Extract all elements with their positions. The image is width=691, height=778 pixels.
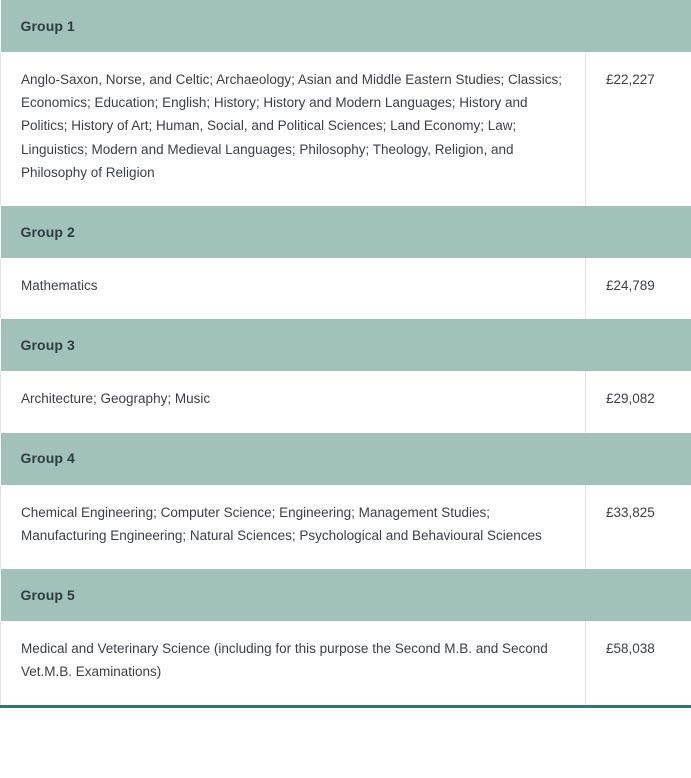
fee-cell: £29,082 — [585, 371, 691, 433]
table-row: Architecture; Geography; Music £29,082 — [0, 371, 691, 433]
table-row: Anglo-Saxon, Norse, and Celtic; Archaeol… — [0, 52, 691, 207]
fee-amount: £29,082 — [606, 391, 655, 407]
fee-cell: £22,227 — [585, 52, 691, 207]
group-header-band: Group 4 — [1, 433, 691, 485]
subjects-cell: Chemical Engineering; Computer Science; … — [0, 484, 586, 569]
group-header-label: Group 4 — [20, 450, 75, 467]
table-row: Medical and Veterinary Science (includin… — [0, 620, 691, 707]
subjects-text: Architecture; Geography; Music — [21, 391, 211, 407]
group-header-label: Group 3 — [20, 336, 75, 353]
group-header-row: Group 3 — [0, 319, 691, 372]
group-header-label: Group 5 — [20, 586, 75, 603]
group-header-row: Group 4 — [0, 432, 691, 485]
group-header-band: Group 3 — [1, 319, 691, 371]
fee-amount: £24,789 — [606, 278, 655, 294]
group-header-row: Group 5 — [0, 568, 691, 621]
group-header-label: Group 2 — [20, 223, 75, 240]
fee-cell: £33,825 — [585, 484, 691, 569]
subjects-cell: Medical and Veterinary Science (includin… — [0, 620, 586, 707]
group-header-band: Group 2 — [1, 206, 691, 258]
subjects-text: Mathematics — [21, 278, 98, 294]
group-header-cell: Group 5 — [0, 568, 691, 621]
fee-amount: £33,825 — [606, 504, 655, 520]
group-header-band: Group 5 — [1, 569, 691, 621]
group-header-cell: Group 4 — [0, 432, 691, 485]
table-row: Mathematics £24,789 — [0, 258, 691, 320]
group-header-cell: Group 2 — [0, 206, 691, 259]
subjects-text: Medical and Veterinary Science (includin… — [21, 640, 548, 680]
tuition-fee-groups-table: Group 1 Anglo-Saxon, Norse, and Celtic; … — [0, 0, 691, 709]
fee-amount: £58,038 — [606, 640, 655, 656]
fee-cell: £58,038 — [585, 620, 691, 707]
subjects-text: Anglo-Saxon, Norse, and Celtic; Archaeol… — [21, 72, 563, 180]
fee-cell: £24,789 — [585, 258, 691, 320]
table-body: Group 1 Anglo-Saxon, Norse, and Celtic; … — [0, 0, 691, 707]
subjects-cell: Architecture; Geography; Music — [0, 371, 586, 433]
subjects-text: Chemical Engineering; Computer Science; … — [21, 504, 542, 543]
subjects-cell: Anglo-Saxon, Norse, and Celtic; Archaeol… — [0, 52, 586, 207]
group-header-cell: Group 1 — [0, 0, 691, 52]
subjects-cell: Mathematics — [0, 258, 586, 320]
group-header-row: Group 1 — [0, 0, 691, 52]
table-row: Chemical Engineering; Computer Science; … — [0, 484, 691, 569]
group-header-row: Group 2 — [0, 206, 691, 259]
fee-amount: £22,227 — [606, 72, 655, 87]
group-header-cell: Group 3 — [0, 319, 691, 372]
group-header-band: Group 1 — [1, 0, 691, 52]
group-header-label: Group 1 — [20, 17, 75, 34]
